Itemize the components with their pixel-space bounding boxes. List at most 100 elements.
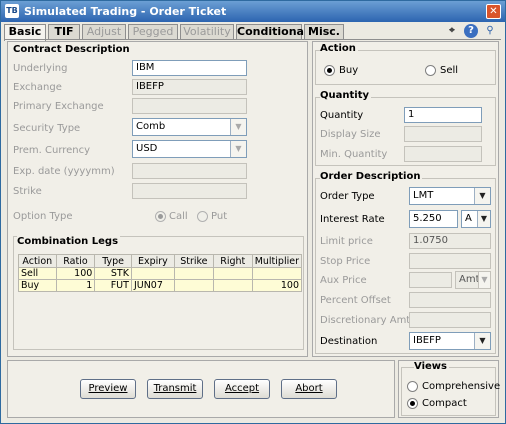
aux-price-field[interactable] bbox=[409, 272, 452, 288]
order-type-dropdown[interactable]: LMT ▼ bbox=[409, 187, 491, 205]
exchange-field[interactable]: IBEFP bbox=[132, 79, 247, 95]
crosshair-icon[interactable]: ⌖ bbox=[445, 24, 459, 38]
help-icon[interactable]: ? bbox=[464, 24, 478, 38]
title-bar: TB Simulated Trading - Order Ticket ✕ bbox=[1, 1, 505, 22]
stop-price-field[interactable] bbox=[409, 253, 491, 269]
tab-pegged[interactable]: Pegged bbox=[128, 24, 178, 40]
cell-multiplier bbox=[251, 267, 303, 280]
percent-offset-field[interactable] bbox=[409, 292, 491, 308]
order-description-group: Order Description Order Type LMT ▼ Intere… bbox=[315, 171, 496, 354]
close-button[interactable]: ✕ bbox=[486, 4, 501, 19]
buy-radio[interactable] bbox=[324, 65, 335, 76]
rate-unit-value: A bbox=[465, 213, 472, 224]
app-logo-icon: TB bbox=[5, 4, 19, 18]
comprehensive-radio[interactable] bbox=[407, 381, 418, 392]
quantity-field[interactable]: 1 bbox=[404, 107, 482, 123]
rate-unit-dropdown[interactable]: A ▼ bbox=[461, 210, 491, 228]
destination-value: IBEFP bbox=[413, 335, 441, 346]
contract-panel: Contract Description Underlying IBM Exch… bbox=[7, 41, 308, 357]
cell-strike bbox=[173, 279, 214, 292]
comprehensive-label: Comprehensive bbox=[422, 381, 501, 392]
tab-tif[interactable]: TIF bbox=[48, 24, 80, 40]
sell-radio[interactable] bbox=[425, 65, 436, 76]
option-type-label: Option Type bbox=[13, 211, 73, 222]
contract-title: Contract Description bbox=[13, 44, 132, 55]
order-description-title: Order Description bbox=[320, 171, 423, 182]
security-type-value: Comb bbox=[136, 121, 166, 132]
currency-label: Prem. Currency bbox=[13, 145, 91, 156]
tab-volatility[interactable]: Volatility bbox=[180, 24, 234, 40]
aux-price-label: Aux Price bbox=[320, 275, 367, 286]
cell-action: Sell bbox=[18, 267, 57, 280]
tab-conditional[interactable]: Conditional bbox=[236, 24, 308, 40]
exp-date-field[interactable] bbox=[132, 163, 247, 179]
tab-divider bbox=[4, 39, 501, 40]
action-group: Action Buy Sell bbox=[315, 43, 496, 85]
order-ticket-window: TB Simulated Trading - Order Ticket ✕ Ba… bbox=[0, 0, 506, 424]
pin-icon[interactable]: ⚲ bbox=[483, 24, 497, 38]
limit-price-field[interactable]: 1.0750 bbox=[409, 233, 491, 249]
table-row[interactable]: Buy 1 FUT JUN07 100 bbox=[18, 279, 303, 292]
preview-button-label: Preview bbox=[88, 383, 128, 394]
currency-value: USD bbox=[136, 143, 158, 154]
views-panel: Views Comprehensive Compact bbox=[398, 360, 500, 418]
chevron-down-icon: ▼ bbox=[478, 272, 490, 288]
combination-legs-title: Combination Legs bbox=[17, 236, 121, 247]
primary-exchange-field[interactable] bbox=[132, 98, 247, 114]
strike-field[interactable] bbox=[132, 183, 247, 199]
views-group: Views Comprehensive Compact bbox=[401, 361, 500, 416]
table-row[interactable]: Sell 100 STK bbox=[18, 267, 303, 280]
currency-dropdown[interactable]: USD ▼ bbox=[132, 140, 247, 158]
chevron-down-icon: ▼ bbox=[477, 211, 490, 227]
destination-label: Destination bbox=[320, 336, 378, 347]
tab-adjust[interactable]: Adjust bbox=[82, 24, 126, 40]
views-title: Views bbox=[414, 361, 449, 372]
cell-strike bbox=[173, 267, 214, 280]
min-quantity-field[interactable] bbox=[404, 146, 482, 162]
chevron-down-icon: ▼ bbox=[474, 333, 490, 349]
cell-ratio: 1 bbox=[55, 279, 96, 292]
col-ratio: Ratio bbox=[55, 254, 96, 268]
accept-button[interactable]: Accept bbox=[214, 379, 270, 399]
put-radio[interactable] bbox=[197, 211, 208, 222]
cell-right bbox=[212, 279, 253, 292]
strike-label: Strike bbox=[13, 186, 42, 197]
cell-ratio: 100 bbox=[55, 267, 96, 280]
preview-button[interactable]: Preview bbox=[80, 379, 136, 399]
limit-price-label: Limit price bbox=[320, 236, 373, 247]
col-strike: Strike bbox=[173, 254, 214, 268]
abort-button[interactable]: Abort bbox=[281, 379, 337, 399]
combination-legs-group: Combination Legs Action Ratio Type Expir… bbox=[13, 236, 304, 350]
quantity-title: Quantity bbox=[320, 90, 371, 101]
display-size-label: Display Size bbox=[320, 129, 381, 140]
tab-misc[interactable]: Misc. bbox=[304, 24, 344, 40]
primary-exchange-label: Primary Exchange bbox=[13, 101, 104, 112]
quantity-group: Quantity Quantity 1 Display Size Min. Qu… bbox=[315, 90, 496, 166]
display-size-field[interactable] bbox=[404, 126, 482, 142]
chevron-down-icon: ▼ bbox=[230, 119, 246, 135]
call-radio[interactable] bbox=[155, 211, 166, 222]
call-label: Call bbox=[169, 211, 188, 222]
underlying-field[interactable]: IBM bbox=[132, 60, 247, 76]
discretionary-amt-field[interactable] bbox=[409, 312, 491, 328]
button-bar: Preview Transmit Accept Abort bbox=[7, 360, 395, 418]
compact-radio[interactable] bbox=[407, 398, 418, 409]
security-type-dropdown[interactable]: Comb ▼ bbox=[132, 118, 247, 136]
order-type-value: LMT bbox=[413, 190, 434, 201]
discretionary-amt-label: Discretionary Amt bbox=[320, 315, 411, 326]
compact-label: Compact bbox=[422, 398, 467, 409]
transmit-button-label: Transmit bbox=[153, 383, 197, 394]
col-expiry: Expiry bbox=[130, 254, 175, 268]
accept-button-label: Accept bbox=[224, 383, 260, 394]
interest-rate-field[interactable]: 5.250 bbox=[409, 210, 458, 228]
col-multiplier: Multiplier bbox=[251, 254, 303, 268]
cell-right bbox=[212, 267, 253, 280]
min-quantity-label: Min. Quantity bbox=[320, 149, 388, 160]
percent-offset-label: Percent Offset bbox=[320, 295, 391, 306]
destination-dropdown[interactable]: IBEFP ▼ bbox=[409, 332, 491, 350]
transmit-button[interactable]: Transmit bbox=[147, 379, 203, 399]
aux-unit-dropdown[interactable]: Amt ▼ bbox=[455, 271, 491, 289]
cell-multiplier: 100 bbox=[251, 279, 303, 292]
action-title: Action bbox=[320, 43, 358, 54]
sell-label: Sell bbox=[440, 65, 459, 76]
